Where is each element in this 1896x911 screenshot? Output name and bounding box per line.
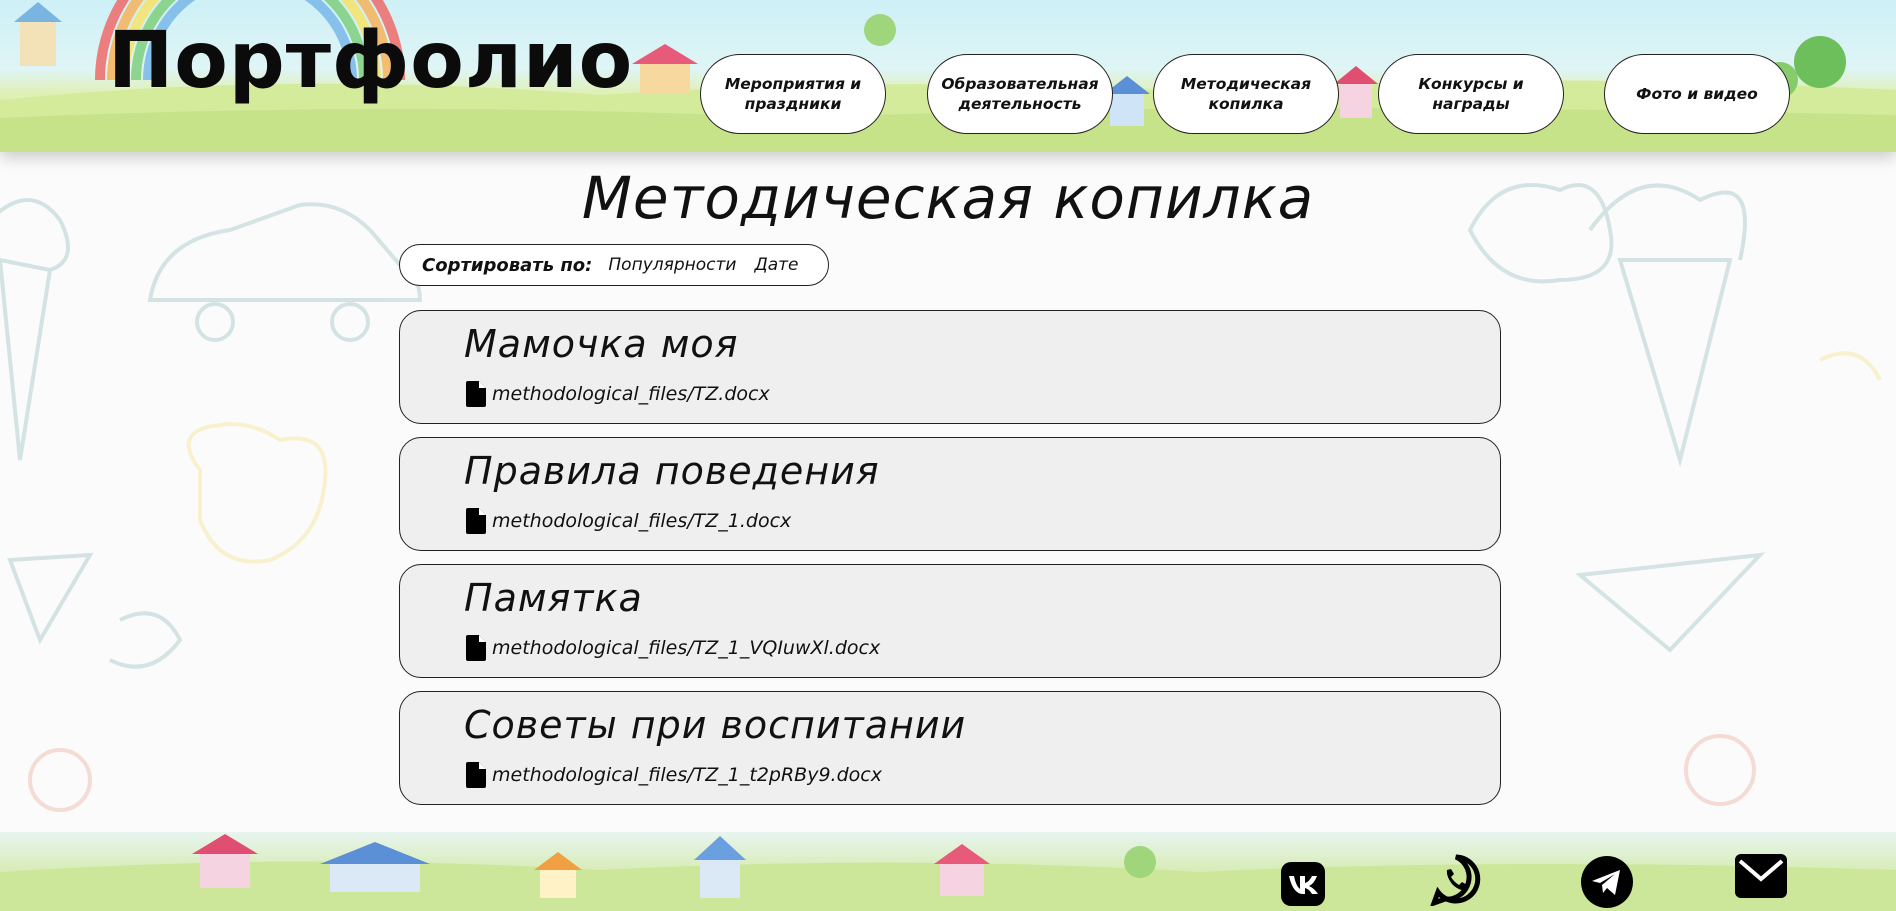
- sort-label: Сортировать по:: [422, 254, 593, 276]
- page-title: Методическая копилка: [581, 164, 1315, 232]
- telegram-icon[interactable]: [1581, 856, 1633, 908]
- nav-contests-label: Конкурсы и награды: [1418, 75, 1524, 113]
- item-title: Памятка: [464, 576, 643, 620]
- nav-events[interactable]: Мероприятия и праздники: [700, 54, 886, 134]
- file-icon: [466, 508, 486, 534]
- nav-photo-video[interactable]: Фото и видео: [1604, 54, 1790, 134]
- file-icon: [466, 381, 486, 407]
- main-nav: Мероприятия и праздники Образовательная …: [700, 54, 1790, 136]
- whatsapp-icon[interactable]: [1430, 854, 1482, 906]
- file-icon: [466, 635, 486, 661]
- nav-contests[interactable]: Конкурсы и награды: [1378, 54, 1564, 134]
- file-path: methodological_files/TZ_1_t2pRBy9.docx: [492, 764, 882, 786]
- list-item: Советы при воспитании methodological_fil…: [399, 691, 1501, 805]
- site-header: Портфолио Мероприятия и праздники Образо…: [0, 0, 1896, 152]
- file-link[interactable]: methodological_files/TZ_1.docx: [466, 508, 791, 534]
- file-link[interactable]: methodological_files/TZ.docx: [466, 381, 770, 407]
- sort-by-date[interactable]: Дате: [754, 255, 798, 275]
- nav-methodology-label: Методическая копилка: [1180, 75, 1312, 113]
- item-title: Правила поведения: [464, 449, 880, 493]
- nav-education-label: Образовательная деятельность: [941, 75, 1099, 113]
- file-path: methodological_files/TZ_1_VQIuwXl.docx: [492, 637, 881, 659]
- file-path: methodological_files/TZ.docx: [492, 383, 770, 405]
- nav-events-label: Мероприятия и праздники: [724, 75, 862, 113]
- list-item: Памятка methodological_files/TZ_1_VQIuwX…: [399, 564, 1501, 678]
- nav-photo-video-label: Фото и видео: [1636, 85, 1758, 103]
- item-title: Советы при воспитании: [464, 703, 967, 747]
- mail-icon[interactable]: [1735, 854, 1787, 898]
- sort-by-popularity[interactable]: Популярности: [608, 255, 736, 275]
- nav-methodology[interactable]: Методическая копилка: [1153, 54, 1339, 134]
- file-link[interactable]: methodological_files/TZ_1_t2pRBy9.docx: [466, 762, 882, 788]
- list-item: Мамочка моя methodological_files/TZ.docx: [399, 310, 1501, 424]
- file-icon: [466, 762, 486, 788]
- file-path: methodological_files/TZ_1.docx: [492, 510, 792, 532]
- site-title[interactable]: Портфолио: [108, 22, 633, 100]
- list-item: Правила поведения methodological_files/T…: [399, 437, 1501, 551]
- nav-education[interactable]: Образовательная деятельность: [927, 54, 1113, 134]
- file-link[interactable]: methodological_files/TZ_1_VQIuwXl.docx: [466, 635, 880, 661]
- methodology-list: Мамочка моя methodological_files/TZ.docx…: [399, 310, 1501, 818]
- item-title: Мамочка моя: [464, 322, 739, 366]
- sort-bar: Сортировать по: Популярности Дате: [399, 244, 829, 286]
- vk-icon[interactable]: [1281, 862, 1325, 906]
- site-footer: [0, 832, 1896, 911]
